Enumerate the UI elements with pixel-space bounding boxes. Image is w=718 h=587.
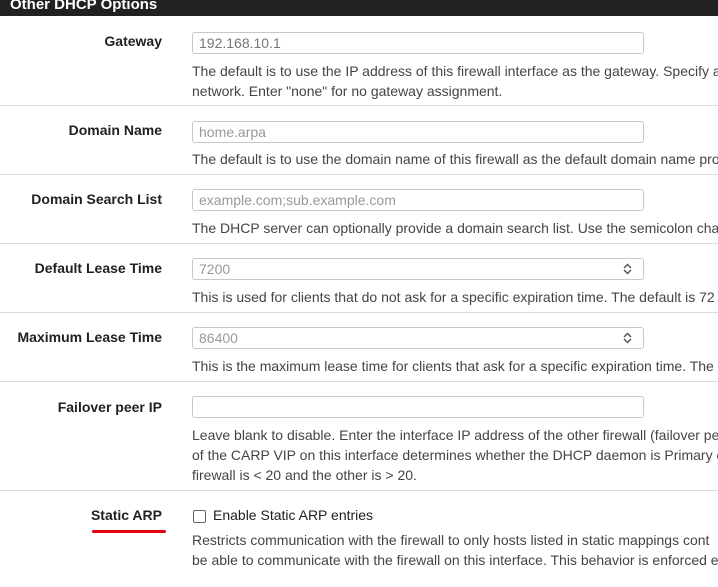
static-arp-checkbox[interactable] [193, 510, 206, 523]
domain-name-row: Domain Name The default is to use the do… [0, 106, 718, 175]
default-lease-label: Default Lease Time [34, 260, 162, 276]
default-lease-help: This is used for clients that do not ask… [192, 289, 715, 305]
spinner-icon[interactable] [621, 331, 634, 345]
static-arp-label: Static ARP [90, 507, 162, 523]
domain-name-help: The default is to use the domain name of… [192, 151, 718, 167]
static-arp-row: Static ARP Enable Static ARP entries Res… [0, 491, 718, 587]
gateway-help: The default is to use the IP address of … [192, 63, 718, 99]
highlight-underline [92, 530, 166, 533]
domain-search-help: The DHCP server can optionally provide a… [192, 220, 718, 236]
default-lease-row: Default Lease Time This is used for clie… [0, 244, 718, 313]
domain-name-input[interactable] [192, 121, 644, 143]
gateway-input[interactable] [192, 32, 644, 54]
spinner-icon[interactable] [621, 262, 634, 276]
static-arp-checkbox-label[interactable]: Enable Static ARP entries [213, 507, 373, 523]
panel-title: Other DHCP Options [0, 0, 718, 16]
max-lease-label: Maximum Lease Time [17, 329, 162, 345]
failover-input[interactable] [192, 396, 644, 418]
gateway-row: Gateway The default is to use the IP add… [0, 16, 718, 106]
domain-search-row: Domain Search List The DHCP server can o… [0, 175, 718, 244]
gateway-label: Gateway [104, 33, 162, 49]
domain-search-input[interactable] [192, 189, 644, 211]
max-lease-row: Maximum Lease Time This is the maximum l… [0, 313, 718, 382]
failover-label: Failover peer IP [57, 399, 162, 415]
domain-name-label: Domain Name [68, 122, 162, 138]
static-arp-help: Restricts communication with the firewal… [192, 532, 718, 568]
failover-help: Leave blank to disable. Enter the interf… [192, 427, 718, 483]
failover-row: Failover peer IP Leave blank to disable.… [0, 382, 718, 491]
domain-search-label: Domain Search List [31, 191, 162, 207]
max-lease-input[interactable] [192, 327, 644, 349]
default-lease-input[interactable] [192, 258, 644, 280]
max-lease-help: This is the maximum lease time for clien… [192, 358, 714, 374]
